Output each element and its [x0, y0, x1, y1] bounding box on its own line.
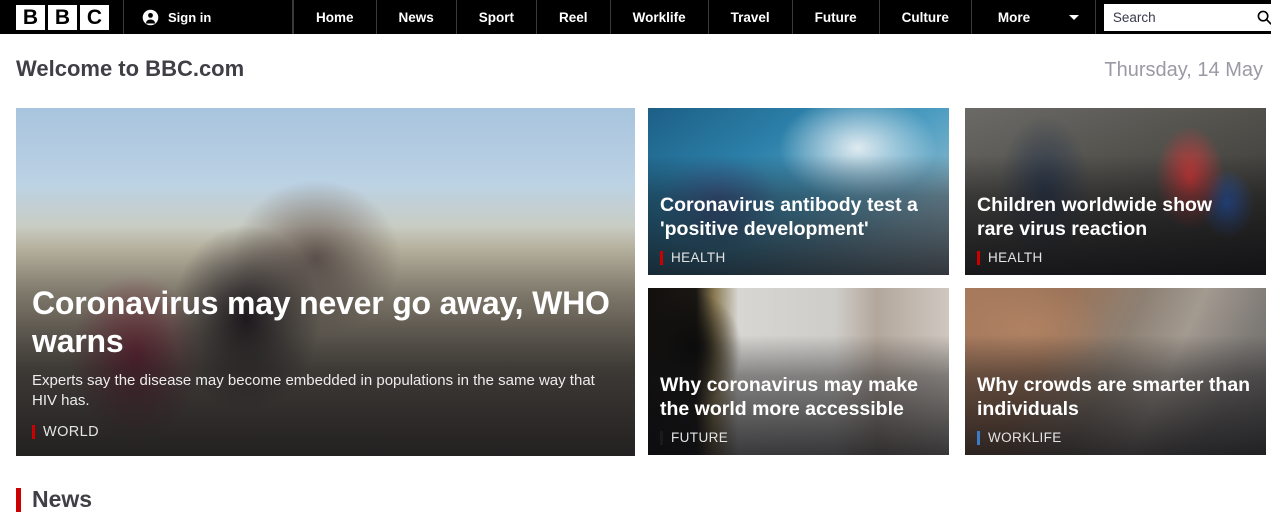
logo-letter-b1: B — [16, 4, 45, 30]
story-card-category-label: HEALTH — [988, 250, 1043, 265]
logo-letter-c: C — [80, 4, 109, 30]
category-bar — [977, 250, 980, 265]
search-container — [1096, 0, 1271, 34]
hero-story-card[interactable]: Coronavirus may never go away, WHO warns… — [16, 108, 635, 456]
story-card-category-tag[interactable]: HEALTH — [660, 250, 935, 265]
nav-item-culture-label: Culture — [901, 9, 949, 25]
top-navigation-bar: B B C Sign in Home News Sport Reel Workl… — [0, 0, 1271, 34]
nav-item-worklife-label: Worklife — [632, 9, 686, 25]
bbc-logo[interactable]: B B C — [0, 0, 123, 34]
category-bar — [660, 430, 663, 445]
nav-item-reel[interactable]: Reel — [537, 0, 611, 34]
news-section-header[interactable]: News — [0, 456, 1271, 513]
story-card-headline[interactable]: Coronavirus antibody test a 'positive de… — [660, 194, 935, 241]
nav-item-sport-label: Sport — [478, 9, 515, 25]
nav-item-news-label: News — [398, 9, 434, 25]
story-card-category-label: HEALTH — [671, 250, 726, 265]
chevron-down-icon — [1068, 14, 1079, 20]
nav-item-travel[interactable]: Travel — [709, 0, 793, 34]
category-bar — [32, 425, 35, 439]
page-title: Welcome to BBC.com — [16, 56, 245, 81]
nav-item-news[interactable]: News — [377, 0, 457, 34]
hero-story-text: Coronavirus may never go away, WHO warns… — [32, 285, 615, 440]
story-card-category-tag[interactable]: WORKLIFE — [977, 430, 1252, 445]
nav-item-more-label: More — [997, 9, 1031, 25]
story-card-headline[interactable]: Why coronavirus may make the world more … — [660, 374, 935, 421]
hero-category-label: WORLD — [43, 424, 99, 440]
welcome-header: Welcome to BBC.com Thursday, 14 May — [0, 34, 1271, 108]
nav-item-sport[interactable]: Sport — [457, 0, 538, 34]
nav-items: Home News Sport Reel Worklife Travel Fut… — [293, 0, 1096, 34]
sign-in-button[interactable]: Sign in — [123, 0, 293, 34]
story-card-category-tag[interactable]: FUTURE — [660, 430, 935, 445]
nav-item-culture[interactable]: Culture — [880, 0, 972, 34]
story-card-headline[interactable]: Why crowds are smarter than individuals — [977, 374, 1252, 421]
category-bar — [977, 430, 980, 445]
story-card-crowds-smarter[interactable]: Why crowds are smarter than individuals … — [965, 288, 1266, 455]
story-card-text: Coronavirus antibody test a 'positive de… — [660, 194, 935, 265]
category-bar — [660, 250, 663, 265]
avatar-icon — [142, 9, 159, 26]
nav-item-reel-label: Reel — [559, 9, 588, 25]
logo-letter-b2: B — [48, 4, 77, 30]
news-section-title: News — [32, 486, 93, 512]
nav-item-home[interactable]: Home — [293, 0, 377, 34]
story-card-category-label: WORKLIFE — [988, 430, 1062, 445]
secondary-stories-column: Coronavirus antibody test a 'positive de… — [648, 108, 1266, 456]
current-date: Thursday, 14 May — [1104, 59, 1263, 81]
hero-category-tag[interactable]: WORLD — [32, 424, 615, 440]
hero-headline[interactable]: Coronavirus may never go away, WHO warns — [32, 285, 615, 361]
nav-item-home-label: Home — [316, 9, 354, 25]
story-card-headline[interactable]: Children worldwide show rare virus react… — [977, 194, 1252, 241]
story-card-text: Children worldwide show rare virus react… — [977, 194, 1252, 265]
search-input[interactable] — [1112, 9, 1243, 25]
story-card-antibody-test[interactable]: Coronavirus antibody test a 'positive de… — [648, 108, 949, 275]
story-card-category-tag[interactable]: HEALTH — [977, 250, 1252, 265]
hero-summary: Experts say the disease may become embed… — [32, 371, 595, 409]
nav-item-travel-label: Travel — [730, 9, 770, 25]
story-card-children-virus[interactable]: Children worldwide show rare virus react… — [965, 108, 1266, 275]
secondary-stories-row-bottom: Why coronavirus may make the world more … — [648, 288, 1266, 455]
sign-in-label: Sign in — [168, 9, 212, 25]
story-card-text: Why coronavirus may make the world more … — [660, 374, 935, 445]
section-accent-bar — [16, 487, 21, 512]
secondary-stories-row-top: Coronavirus antibody test a 'positive de… — [648, 108, 1266, 275]
nav-item-future-label: Future — [814, 9, 857, 25]
story-card-accessible-world[interactable]: Why coronavirus may make the world more … — [648, 288, 949, 455]
search-icon[interactable] — [1256, 9, 1271, 26]
story-grid: Coronavirus may never go away, WHO warns… — [0, 108, 1271, 456]
story-card-category-label: FUTURE — [671, 430, 729, 445]
nav-item-more[interactable]: More — [972, 0, 1096, 34]
nav-item-worklife[interactable]: Worklife — [611, 0, 709, 34]
search-box[interactable] — [1103, 3, 1271, 31]
nav-item-future[interactable]: Future — [793, 0, 880, 34]
story-card-text: Why crowds are smarter than individuals … — [977, 374, 1252, 445]
